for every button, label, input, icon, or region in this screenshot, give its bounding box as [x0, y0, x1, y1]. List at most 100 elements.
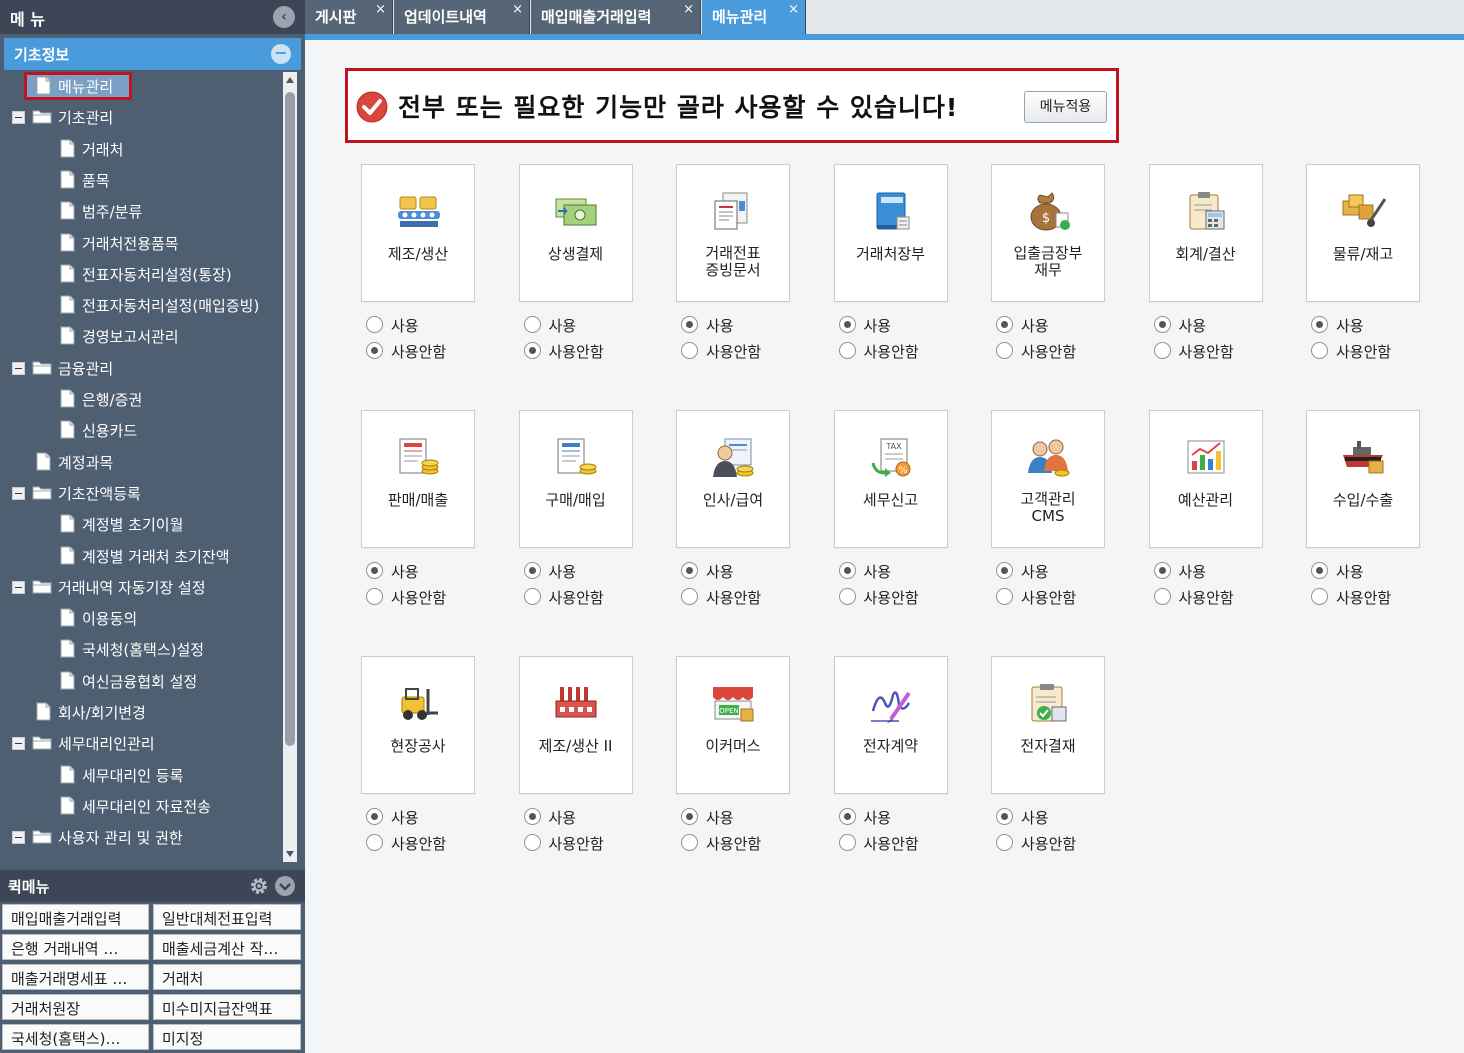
- quick-menu-button[interactable]: 매출세금계산 작…: [153, 934, 301, 960]
- module-card[interactable]: $ 입출금장부 재무: [991, 164, 1105, 302]
- quick-menu-button[interactable]: 매입매출거래입력: [2, 904, 149, 930]
- radio-button[interactable]: [838, 834, 856, 851]
- radio-button[interactable]: [681, 316, 698, 333]
- tree-scrollbar[interactable]: [283, 72, 297, 862]
- tree-item[interactable]: 거래처: [4, 135, 282, 163]
- radio-button[interactable]: [996, 808, 1013, 825]
- tree-item[interactable]: 범주/분류: [4, 197, 282, 225]
- radio-button[interactable]: [838, 342, 856, 359]
- tree-folder[interactable]: 세무대리인관리: [4, 729, 282, 757]
- tree-item[interactable]: 세무대리인 자료전송: [4, 792, 282, 820]
- tree-item[interactable]: 계정별 거래처 초기잔액: [4, 542, 282, 570]
- collapse-toggle-icon[interactable]: [12, 580, 25, 594]
- radio-button[interactable]: [366, 342, 383, 359]
- close-icon[interactable]: ×: [788, 2, 799, 17]
- quick-menu-button[interactable]: 거래처: [153, 964, 301, 990]
- radio-button[interactable]: [1311, 316, 1328, 333]
- collapse-sidebar-icon[interactable]: ‹: [273, 6, 295, 28]
- module-card[interactable]: 전자결재: [991, 656, 1105, 794]
- radio-button[interactable]: [366, 808, 383, 825]
- radio-button[interactable]: [681, 342, 698, 359]
- quick-menu-button[interactable]: 매출거래명세표 …: [2, 964, 149, 990]
- collapse-toggle-icon[interactable]: [12, 111, 25, 125]
- tab-2[interactable]: 매입매출거래입력 ×: [531, 0, 701, 34]
- tree-item[interactable]: 이용동의: [4, 604, 282, 632]
- radio-button[interactable]: [996, 834, 1013, 851]
- close-icon[interactable]: ×: [683, 2, 694, 17]
- tree-item[interactable]: 경영보고서관리: [4, 322, 282, 350]
- radio-button[interactable]: [838, 316, 856, 333]
- tree-item[interactable]: 메뉴관리: [24, 72, 132, 100]
- tree-item[interactable]: 국세청(홈택스)설정: [4, 635, 282, 663]
- module-card[interactable]: 인사/급여: [676, 410, 790, 548]
- radio-button[interactable]: [838, 588, 856, 605]
- module-card[interactable]: 구매/매입: [518, 410, 633, 548]
- apply-menu-button[interactable]: 메뉴적용: [1024, 91, 1107, 123]
- radio-button[interactable]: [996, 316, 1013, 333]
- tree-item[interactable]: 회사/회기변경: [4, 698, 282, 726]
- radio-button[interactable]: [996, 588, 1013, 605]
- radio-button[interactable]: [1153, 562, 1171, 579]
- tree-item[interactable]: 품목: [4, 166, 282, 194]
- tree-item[interactable]: 계정별 초기이월: [4, 510, 282, 538]
- quick-menu-button[interactable]: 거래처원장: [2, 994, 149, 1020]
- collapse-toggle-icon[interactable]: [12, 486, 25, 500]
- radio-button[interactable]: [366, 834, 383, 851]
- radio-button[interactable]: [996, 562, 1013, 579]
- tree-folder[interactable]: 기초잔액등록: [4, 479, 282, 507]
- module-card[interactable]: 거래전표 증빙문서: [676, 164, 790, 302]
- collapse-toggle-icon[interactable]: [12, 361, 25, 375]
- tab-1[interactable]: 업데이트내역 ×: [394, 0, 530, 34]
- quick-menu-button[interactable]: 미지정: [153, 1024, 301, 1050]
- radio-button[interactable]: [996, 342, 1013, 359]
- radio-button[interactable]: [1311, 342, 1328, 359]
- radio-button[interactable]: [1153, 342, 1171, 359]
- radio-button[interactable]: [523, 316, 541, 333]
- module-card[interactable]: 전자계약: [833, 656, 948, 794]
- module-card[interactable]: 고객관리 CMS: [991, 410, 1105, 548]
- tab-0[interactable]: 게시판 ×: [305, 0, 393, 34]
- radio-button[interactable]: [366, 316, 383, 333]
- radio-button[interactable]: [1153, 316, 1171, 333]
- tree-folder[interactable]: 기초관리: [4, 103, 282, 131]
- module-card[interactable]: 물류/재고: [1306, 164, 1420, 302]
- scroll-up-icon[interactable]: [283, 72, 297, 88]
- module-card[interactable]: 제조/생산 II: [518, 656, 633, 794]
- quick-menu-button[interactable]: 은행 거래내역 …: [2, 934, 149, 960]
- scroll-down-icon[interactable]: [283, 846, 297, 862]
- radio-button[interactable]: [523, 808, 541, 825]
- gear-icon[interactable]: [249, 876, 269, 896]
- tree-item[interactable]: 계정과목: [4, 448, 282, 476]
- radio-button[interactable]: [1311, 562, 1328, 579]
- tab-3[interactable]: 메뉴관리 ×: [702, 0, 806, 34]
- tree-item[interactable]: 세무대리인 등록: [4, 761, 282, 789]
- tree-folder[interactable]: 거래내역 자동기장 설정: [4, 573, 282, 601]
- module-card[interactable]: 제조/생산: [361, 164, 475, 302]
- tree-folder[interactable]: 금융관리: [4, 354, 282, 382]
- radio-button[interactable]: [838, 562, 856, 579]
- scroll-thumb[interactable]: [285, 92, 295, 746]
- module-card[interactable]: 거래처장부: [833, 164, 948, 302]
- quick-menu-button[interactable]: 국세청(홈택스)…: [2, 1024, 149, 1050]
- section-header[interactable]: 기초정보 −: [4, 38, 301, 70]
- module-card[interactable]: OPEN 이커머스: [676, 656, 790, 794]
- radio-button[interactable]: [681, 588, 698, 605]
- radio-button[interactable]: [1153, 588, 1171, 605]
- tree-item[interactable]: 전표자동처리설정(통장): [4, 260, 282, 288]
- close-icon[interactable]: ×: [512, 2, 523, 17]
- quick-menu-button[interactable]: 미수미지급잔액표: [153, 994, 301, 1020]
- close-icon[interactable]: ×: [375, 2, 386, 17]
- radio-button[interactable]: [681, 562, 698, 579]
- collapse-toggle-icon[interactable]: [12, 737, 25, 751]
- radio-button[interactable]: [523, 562, 541, 579]
- module-card[interactable]: 회계/결산: [1148, 164, 1263, 302]
- radio-button[interactable]: [838, 808, 856, 825]
- module-card[interactable]: 현장공사: [361, 656, 475, 794]
- radio-button[interactable]: [681, 834, 698, 851]
- radio-button[interactable]: [523, 588, 541, 605]
- radio-button[interactable]: [681, 808, 698, 825]
- radio-button[interactable]: [523, 342, 541, 359]
- module-card[interactable]: 예산관리: [1148, 410, 1263, 548]
- chevron-down-icon[interactable]: [275, 876, 295, 896]
- section-collapse-icon[interactable]: −: [271, 44, 291, 64]
